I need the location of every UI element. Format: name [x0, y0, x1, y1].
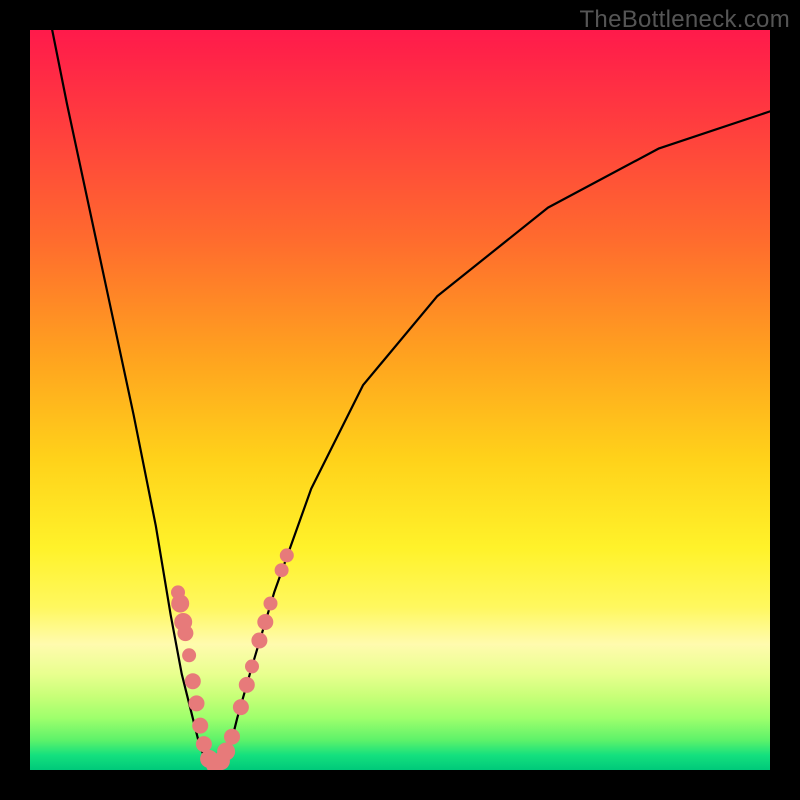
data-marker: [182, 648, 196, 662]
chart-svg: [30, 30, 770, 770]
data-marker: [257, 614, 273, 630]
data-marker: [239, 677, 255, 693]
data-marker: [196, 736, 212, 752]
data-marker: [245, 659, 259, 673]
data-marker: [251, 633, 267, 649]
data-marker: [177, 625, 193, 641]
data-marker: [217, 743, 235, 761]
data-marker: [275, 563, 289, 577]
data-marker: [189, 695, 205, 711]
data-marker: [280, 548, 294, 562]
plot-area: [30, 30, 770, 770]
bottleneck-curve: [52, 30, 770, 766]
data-marker: [185, 673, 201, 689]
data-marker: [233, 699, 249, 715]
data-marker: [224, 729, 240, 745]
data-marker: [264, 597, 278, 611]
data-marker: [192, 718, 208, 734]
chart-frame: TheBottleneck.com: [0, 0, 800, 800]
data-marker: [171, 595, 189, 613]
